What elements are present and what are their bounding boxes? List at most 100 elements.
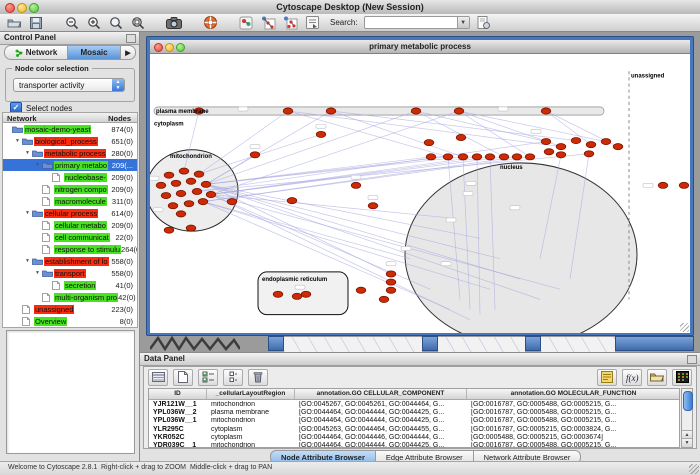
- snapshot-camera-icon[interactable]: [166, 16, 182, 30]
- graph-node[interactable]: [179, 168, 189, 174]
- color-attribute-dropdown[interactable]: transporter activity ▲▼: [13, 78, 125, 92]
- tree-row[interactable]: ▼response to stimulu264(0): [3, 243, 137, 255]
- tree-row[interactable]: ▼cell communicat22(0): [3, 231, 137, 243]
- graph-node[interactable]: [586, 142, 596, 148]
- background-window-fragment[interactable]: [284, 336, 422, 352]
- graph-node[interactable]: [176, 211, 186, 217]
- zoom-in-icon[interactable]: [86, 16, 102, 30]
- graph-node[interactable]: [161, 192, 171, 198]
- graph-node[interactable]: [525, 154, 535, 160]
- network-window-titlebar[interactable]: primary metabolic process: [150, 40, 690, 54]
- graph-node[interactable]: [186, 178, 196, 184]
- tab-overflow-button[interactable]: ▶: [121, 45, 136, 60]
- help-lifering-icon[interactable]: [202, 16, 218, 30]
- table-scrollbar[interactable]: ▲ ▼: [681, 388, 693, 448]
- tree-row[interactable]: ▼biological_process651(0): [3, 135, 137, 147]
- graph-node[interactable]: [184, 201, 194, 207]
- graph-node[interactable]: [186, 225, 196, 231]
- tree-row[interactable]: ▼nitrogen compo209(0): [3, 183, 137, 195]
- graph-node[interactable]: [454, 108, 464, 114]
- graph-node[interactable]: [379, 296, 389, 302]
- graph-node[interactable]: [164, 172, 174, 178]
- table-row[interactable]: YPL036W__1mitochondrion[GO:0044464, GO:0…: [149, 417, 679, 425]
- table-row[interactable]: YJR121W__1mitochondrion[GO:0045267, GO:0…: [149, 400, 679, 408]
- graph-node[interactable]: [351, 182, 361, 188]
- search-input[interactable]: ▼: [364, 16, 470, 29]
- graph-node[interactable]: [356, 287, 366, 293]
- save-session-icon[interactable]: [28, 16, 44, 30]
- tree-row[interactable]: ▼cellular metabo209(0): [3, 219, 137, 231]
- graph-node[interactable]: [194, 171, 204, 177]
- graph-node[interactable]: [571, 137, 581, 143]
- new-attribute-icon[interactable]: [173, 369, 193, 386]
- expand-arrow-icon[interactable]: ▼: [35, 270, 42, 276]
- graph-node[interactable]: [443, 154, 453, 160]
- table-row[interactable]: YKR052Ccytoplasm[GO:0044464, GO:0044446,…: [149, 433, 679, 441]
- scroll-down-icon[interactable]: ▼: [682, 438, 692, 447]
- annotation-note-icon[interactable]: [597, 369, 617, 386]
- graph-node[interactable]: [411, 108, 421, 114]
- plugin-manager-icon[interactable]: [476, 16, 492, 30]
- delete-attribute-icon[interactable]: [248, 369, 268, 386]
- window-resize-grip[interactable]: [680, 323, 689, 332]
- attribute-table[interactable]: ID_cellularLayoutRegionannotation.GO CEL…: [148, 388, 680, 448]
- expand-arrow-icon[interactable]: ▼: [15, 138, 22, 144]
- graph-node[interactable]: [386, 287, 396, 293]
- float-panel-icon[interactable]: [126, 34, 136, 43]
- import-attributes-icon[interactable]: [647, 369, 667, 386]
- graph-node[interactable]: [250, 152, 260, 158]
- graph-edge[interactable]: [211, 111, 459, 195]
- graph-node[interactable]: [156, 182, 166, 188]
- new-network-from-selection-icon[interactable]: [282, 16, 298, 30]
- tree-row[interactable]: ▼metabolic process280(0): [3, 147, 137, 159]
- tree-row[interactable]: ▼Overview8(0): [3, 315, 137, 327]
- table-row[interactable]: YPL036W__2plasma membrane[GO:0044464, GO…: [149, 408, 679, 416]
- graph-node[interactable]: [171, 180, 181, 186]
- expand-arrow-icon[interactable]: ▼: [35, 162, 42, 168]
- graph-edge[interactable]: [211, 195, 450, 218]
- graph-node[interactable]: [458, 154, 468, 160]
- graph-node[interactable]: [601, 139, 611, 145]
- graph-node[interactable]: [168, 203, 178, 209]
- graph-node[interactable]: [386, 279, 396, 285]
- graph-node[interactable]: [292, 293, 302, 299]
- graph-node[interactable]: [556, 152, 566, 158]
- graph-node[interactable]: [386, 271, 396, 277]
- function-builder-icon[interactable]: f(x): [622, 369, 642, 386]
- tree-row[interactable]: ▼cellular process614(0): [3, 207, 137, 219]
- column-header[interactable]: ID: [149, 389, 207, 399]
- background-window-art[interactable]: [150, 336, 240, 351]
- background-window-titlebar-fragment[interactable]: [422, 336, 438, 351]
- tab-mosaic[interactable]: Mosaic: [68, 45, 121, 60]
- search-dropdown-icon[interactable]: ▼: [457, 17, 469, 28]
- graph-node[interactable]: [198, 199, 208, 205]
- zoom-out-icon[interactable]: [64, 16, 80, 30]
- tree-row[interactable]: ▼macromolecule311(0): [3, 195, 137, 207]
- background-window-fragment[interactable]: [541, 336, 615, 352]
- graph-node[interactable]: [176, 190, 186, 196]
- graph-node[interactable]: [192, 188, 202, 194]
- graph-node[interactable]: [206, 191, 216, 197]
- graph-node[interactable]: [287, 198, 297, 204]
- attribute-list-icon[interactable]: [223, 369, 243, 386]
- graph-node[interactable]: [368, 203, 378, 209]
- background-window-titlebar-fragment[interactable]: [615, 336, 694, 351]
- background-window-titlebar-fragment[interactable]: [268, 336, 284, 351]
- table-row[interactable]: YDR039C__1mitochondrion[GO:0044464, GO:0…: [149, 441, 679, 448]
- graph-node[interactable]: [201, 181, 211, 187]
- tree-row[interactable]: ▼establishment of lo558(0): [3, 255, 137, 267]
- zoom-selected-region-icon[interactable]: [130, 16, 146, 30]
- graph-node[interactable]: [613, 144, 623, 150]
- scrollbar-thumb[interactable]: [683, 391, 693, 411]
- graph-node[interactable]: [426, 154, 436, 160]
- zoom-fit-icon[interactable]: [108, 16, 124, 30]
- graph-node[interactable]: [541, 139, 551, 145]
- birds-eye-view[interactable]: [6, 330, 135, 454]
- graph-node[interactable]: [679, 182, 689, 188]
- float-panel-icon[interactable]: [687, 355, 697, 364]
- network-canvas[interactable]: plasma membranecytoplasmmitochondrionnuc…: [150, 54, 690, 333]
- graph-node[interactable]: [485, 154, 495, 160]
- graph-node[interactable]: [283, 108, 293, 114]
- open-file-icon[interactable]: [6, 16, 22, 30]
- app-resize-grip[interactable]: [689, 464, 699, 474]
